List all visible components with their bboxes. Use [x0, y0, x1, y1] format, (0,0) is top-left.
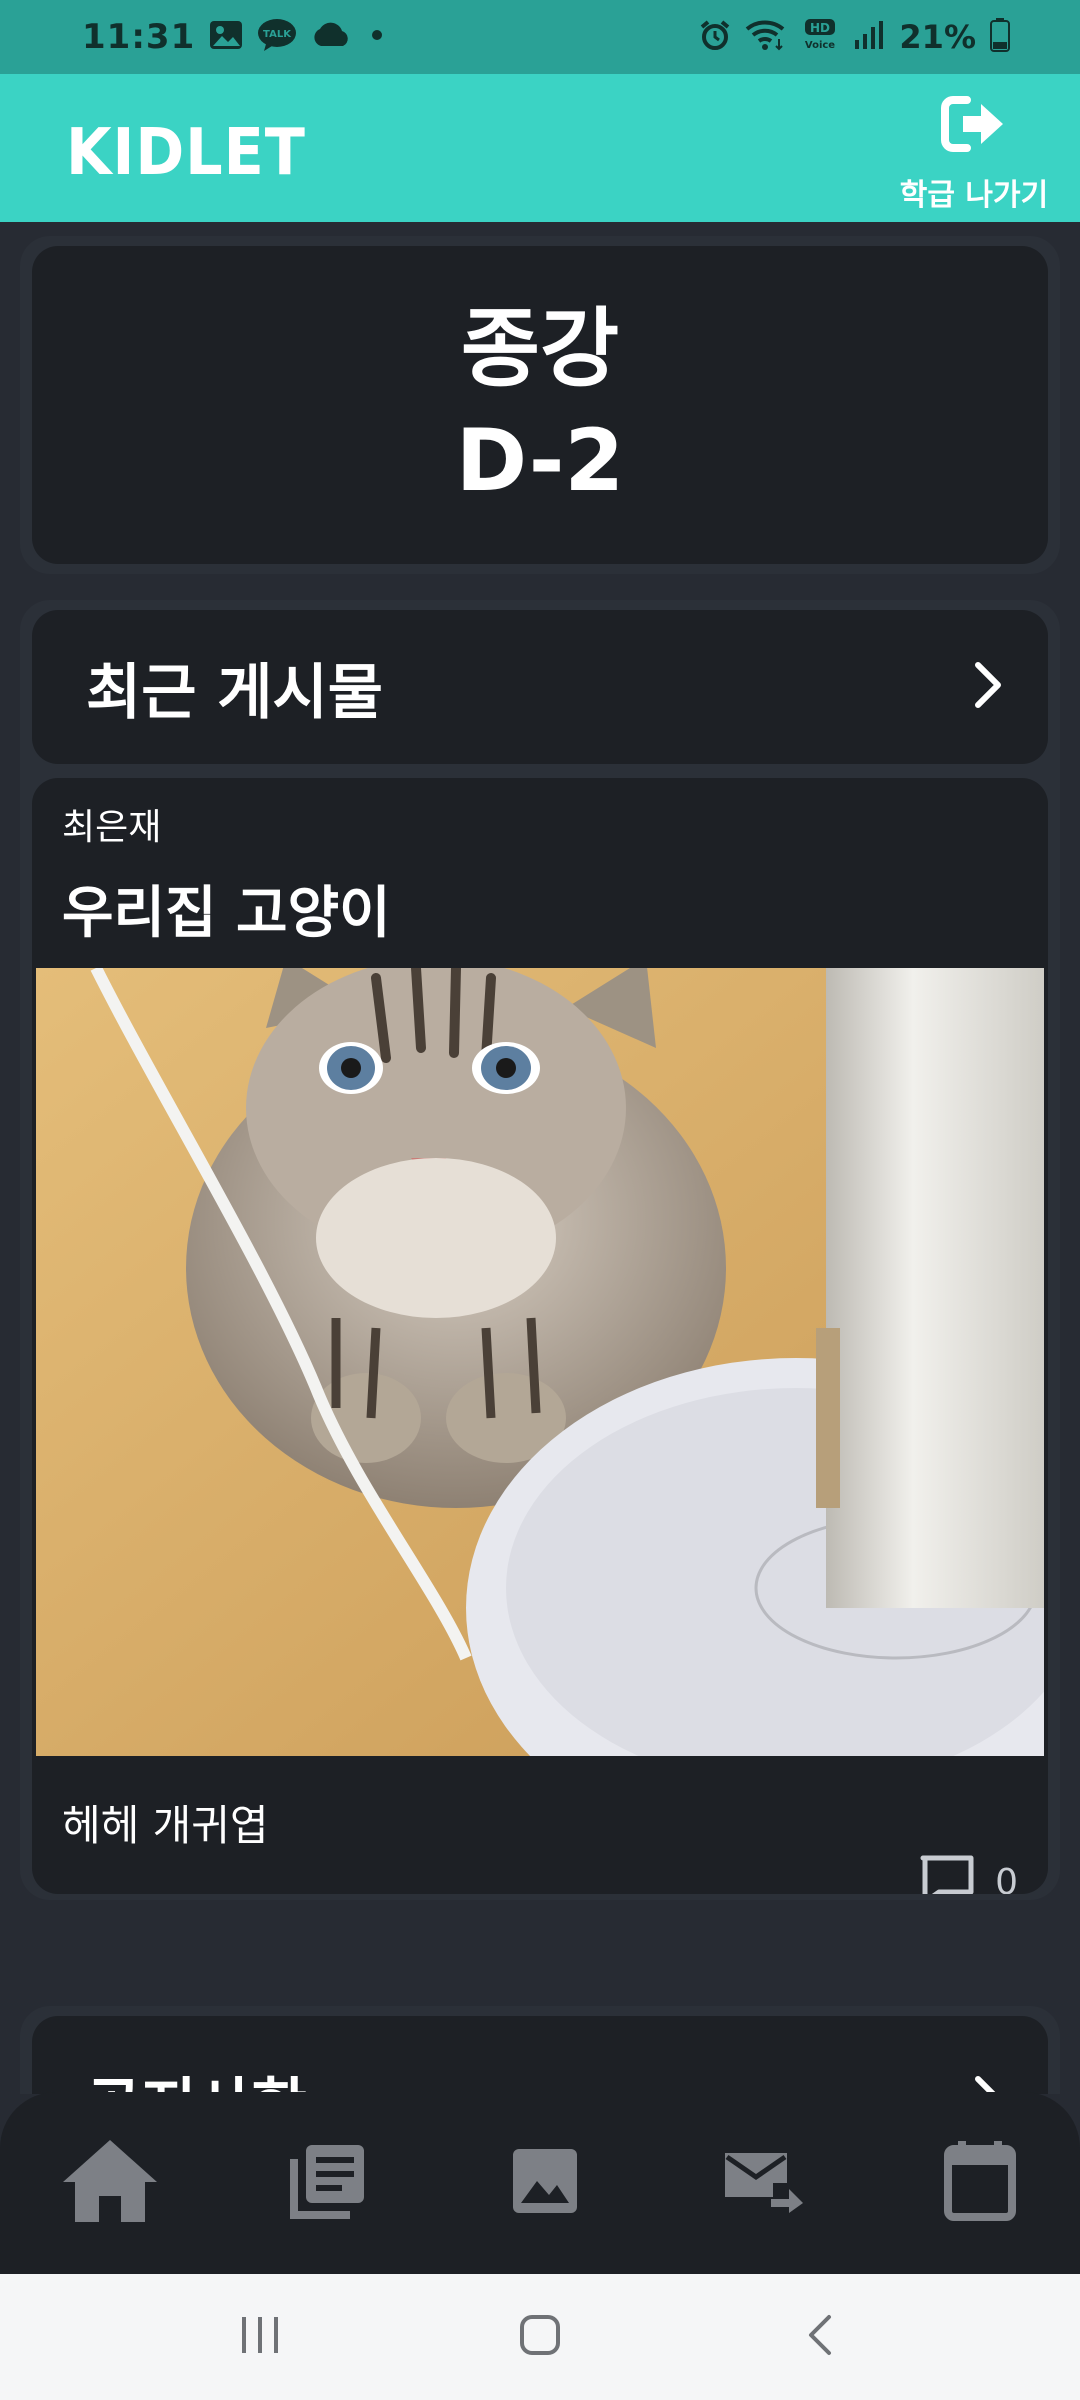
comment-count: 0 [995, 1861, 1018, 1895]
kakaotalk-icon: TALK [257, 18, 297, 56]
notice-header[interactable]: 공지사항 [32, 2016, 1048, 2094]
home-system-button[interactable] [495, 2292, 585, 2382]
alarm-icon [699, 19, 731, 55]
status-time: 11:31 [82, 17, 196, 57]
nav-board[interactable] [276, 2131, 380, 2235]
post-image[interactable] [36, 968, 1044, 1756]
back-icon [805, 2313, 835, 2361]
gallery-icon [209, 20, 243, 54]
wifi-icon [745, 19, 787, 55]
dot-icon [365, 23, 389, 51]
status-bar: 11:31 TALK HD Voice 21% [0, 0, 1080, 74]
dday-panel: 종강 D-2 [20, 236, 1060, 574]
comment-icon [919, 1854, 975, 1894]
battery-percent: 21% [899, 18, 976, 56]
post-card[interactable]: 최은재 우리집 고양이 헤헤 개귀엽 0 [32, 778, 1048, 1894]
svg-text:TALK: TALK [263, 29, 292, 40]
bottom-nav [0, 2092, 1080, 2274]
back-button[interactable] [775, 2292, 865, 2382]
hd-voice-icon: HD Voice [801, 18, 839, 56]
nav-gallery[interactable] [493, 2131, 597, 2235]
status-left: 11:31 TALK [82, 17, 389, 57]
svg-text:HD: HD [810, 21, 830, 35]
nav-calendar[interactable] [928, 2131, 1032, 2235]
svg-text:Voice: Voice [805, 40, 835, 51]
post-title: 우리집 고양이 [62, 881, 391, 946]
recents-icon [238, 2315, 282, 2359]
cat-photo [36, 968, 1044, 1756]
home-icon [61, 2138, 159, 2228]
leave-class-button[interactable]: 학급 나가기 [884, 92, 1064, 216]
cloud-icon [311, 22, 351, 52]
message-icon [723, 2149, 803, 2217]
nav-message[interactable] [711, 2131, 815, 2235]
chevron-right-icon [968, 657, 1008, 717]
notice-title: 공지사항 [86, 2058, 307, 2095]
system-nav-bar [0, 2274, 1080, 2400]
calendar-icon [944, 2141, 1016, 2225]
notice-panel: 공지사항 [20, 2006, 1060, 2094]
chevron-right-icon [968, 2071, 1008, 2094]
app-bar: KIDLET 학급 나가기 [0, 74, 1080, 222]
app-logo: KIDLET [66, 116, 306, 190]
recent-posts-panel: 최근 게시물 최은재 우리집 고양이 헤헤 개귀엽 0 [20, 600, 1060, 1900]
signal-icon [853, 20, 885, 54]
dday-count: D-2 [455, 411, 625, 511]
main-content[interactable]: 종강 D-2 최근 게시물 최은재 우리집 고양이 헤헤 개귀엽 0 [0, 222, 1080, 2094]
post-author: 최은재 [62, 807, 162, 848]
board-icon [289, 2143, 366, 2223]
dday-title: 종강 [460, 299, 620, 399]
leave-class-label: 학급 나가기 [899, 178, 1049, 213]
post-body: 헤헤 개귀엽 [62, 1801, 269, 1850]
recent-posts-header[interactable]: 최근 게시물 [32, 610, 1048, 764]
recent-posts-title: 최근 게시물 [86, 657, 383, 728]
home-button-icon [518, 2313, 562, 2361]
battery-icon [990, 18, 1010, 56]
gallery-icon [511, 2147, 579, 2219]
exit-icon [941, 92, 1007, 158]
recents-button[interactable] [215, 2292, 305, 2382]
nav-home[interactable] [58, 2131, 162, 2235]
comment-counter[interactable]: 0 [919, 1854, 1018, 1894]
dday-card: 종강 D-2 [32, 246, 1048, 564]
status-right: HD Voice 21% [699, 18, 1010, 56]
